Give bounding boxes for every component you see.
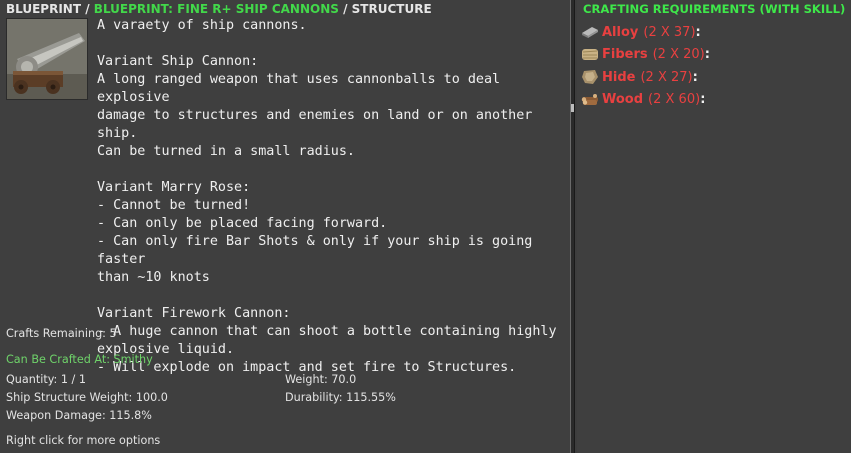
requirement-fibers[interactable]: Fibers (2 X 20):	[581, 45, 710, 63]
crafts-remaining: Crafts Remaining: 5	[6, 327, 117, 340]
ship-cannon-icon	[6, 18, 88, 100]
breadcrumb-separator: /	[81, 2, 94, 16]
requirement-name: Wood	[602, 91, 644, 107]
panel-divider[interactable]	[570, 0, 575, 453]
crafting-requirements-panel: CRAFTING REQUIREMENTS (WITH SKILL) Alloy…	[577, 0, 851, 453]
breadcrumb-structure[interactable]: STRUCTURE	[352, 2, 432, 16]
breadcrumb-separator: /	[338, 2, 352, 16]
requirement-colon: :	[695, 24, 701, 40]
divider-handle[interactable]	[571, 104, 574, 112]
hide-icon	[581, 69, 599, 85]
breadcrumb: BLUEPRINT / BLUEPRINT: FINE R+ SHIP CANN…	[6, 2, 432, 16]
crafted-at: Can Be Crafted At: Smithy	[6, 353, 153, 366]
requirement-name: Fibers	[602, 46, 648, 62]
wood-logs-icon	[581, 91, 599, 107]
requirement-colon: :	[700, 91, 706, 107]
ship-structure-weight-stat: Ship Structure Weight: 100.0	[6, 391, 168, 404]
fibers-bundle-icon	[581, 46, 599, 62]
requirement-name: Alloy	[602, 24, 639, 40]
requirement-hide[interactable]: Hide (2 X 27):	[581, 68, 698, 86]
requirement-colon: :	[704, 46, 710, 62]
requirement-wood[interactable]: Wood (2 X 60):	[581, 90, 705, 108]
quantity-stat: Quantity: 1 / 1	[6, 373, 86, 386]
item-description: A varaety of ship cannons. Variant Ship …	[97, 18, 557, 375]
requirement-quantity: (2 X 20)	[652, 46, 705, 62]
breadcrumb-blueprint[interactable]: BLUEPRINT	[6, 2, 81, 16]
requirement-name: Hide	[602, 69, 636, 85]
requirement-quantity: (2 X 37)	[643, 24, 696, 40]
weapon-damage-stat: Weapon Damage: 115.8%	[6, 409, 152, 422]
breadcrumb-fine-ship-cannons[interactable]: BLUEPRINT: FINE R+ SHIP CANNONS	[94, 2, 339, 16]
requirement-colon: :	[692, 69, 698, 85]
durability-stat: Durability: 115.55%	[285, 391, 396, 404]
item-details-panel: BLUEPRINT / BLUEPRINT: FINE R+ SHIP CANN…	[0, 0, 570, 453]
right-click-hint: Right click for more options	[6, 434, 161, 447]
requirement-alloy[interactable]: Alloy (2 X 37):	[581, 23, 701, 41]
requirement-quantity: (2 X 60)	[648, 91, 701, 107]
alloy-ingot-icon	[581, 24, 599, 40]
requirement-quantity: (2 X 27)	[640, 69, 693, 85]
requirements-title: CRAFTING REQUIREMENTS (WITH SKILL)	[583, 2, 846, 16]
weight-stat: Weight: 70.0	[285, 373, 357, 386]
